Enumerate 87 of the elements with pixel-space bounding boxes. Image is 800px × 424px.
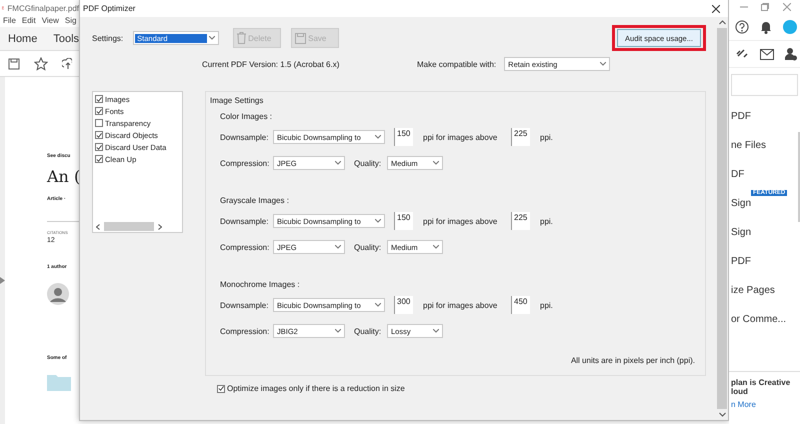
- folder-icon: [47, 373, 71, 391]
- caret-icon: [433, 245, 439, 249]
- tool-item[interactable]: ne Files: [731, 131, 798, 160]
- bell-icon[interactable]: [760, 20, 772, 34]
- save-icon: [295, 32, 306, 44]
- close-icon[interactable]: [712, 4, 720, 12]
- plan-text: loud: [731, 387, 749, 396]
- caret-icon: [375, 219, 381, 223]
- checkbox[interactable]: [95, 107, 103, 115]
- group-title: Image Settings: [210, 96, 264, 105]
- caret-icon: [375, 135, 381, 139]
- checkbox[interactable]: [95, 155, 103, 163]
- caret-icon: [600, 62, 606, 66]
- document-title: FMCGfinalpaper.pdf: [7, 4, 79, 12]
- compatible-label: Make compatible with:: [417, 60, 496, 68]
- avatar-icon: [47, 283, 69, 305]
- caret-icon: [335, 161, 341, 165]
- document-heading: An (: [47, 167, 79, 186]
- downsample-label: Downsample:: [220, 132, 270, 142]
- checkbox[interactable]: [95, 119, 103, 127]
- above-field[interactable]: 225: [511, 128, 530, 146]
- vertical-scrollbar[interactable]: [716, 17, 728, 420]
- save-icon[interactable]: [8, 58, 20, 70]
- scroll-right-icon[interactable]: [158, 224, 162, 230]
- checkbox[interactable]: [95, 95, 103, 103]
- expand-icon[interactable]: [0, 277, 5, 284]
- menu-item[interactable]: Edit: [22, 16, 36, 27]
- section-title: Grayscale Images :: [220, 196, 290, 205]
- menu-item[interactable]: Sig: [64, 16, 76, 27]
- section-title: Color Images :: [220, 112, 274, 121]
- nav-tab[interactable]: Home: [8, 32, 38, 44]
- trash-icon: [237, 32, 246, 44]
- unit-label: ppi.: [540, 300, 553, 310]
- scroll-down-icon[interactable]: [718, 412, 726, 417]
- downsample-label: Downsample:: [220, 216, 270, 226]
- quality-label: Quality:: [354, 242, 382, 252]
- settings-label: Settings:: [92, 34, 124, 42]
- compression-label: Compression:: [220, 158, 270, 168]
- checkbox[interactable]: [95, 143, 103, 151]
- tool-item[interactable]: or Comme...: [731, 305, 798, 334]
- user-icon[interactable]: [784, 47, 796, 61]
- above-label: ppi for images above: [423, 216, 498, 226]
- tool-item[interactable]: PDF: [731, 247, 798, 276]
- above-field[interactable]: 225: [511, 212, 530, 230]
- above-field[interactable]: 450: [511, 296, 530, 314]
- star-icon[interactable]: [34, 56, 48, 70]
- menu-item[interactable]: File: [3, 16, 16, 27]
- downsample-label: Downsample:: [220, 300, 270, 310]
- compression-label: Compression:: [220, 242, 270, 252]
- compression-label: Compression:: [220, 326, 270, 336]
- above-label: ppi for images above: [423, 300, 498, 310]
- ppi-field[interactable]: 150: [394, 128, 413, 146]
- ppi-field[interactable]: 150: [394, 212, 413, 230]
- units-note: All units are in pixels per inch (ppi).: [570, 356, 695, 365]
- cloud-upload-icon[interactable]: [62, 58, 72, 70]
- tool-item[interactable]: PDF: [731, 102, 798, 131]
- caret-icon: [433, 329, 439, 333]
- checkbox[interactable]: [95, 131, 103, 139]
- caret-icon: [375, 303, 381, 307]
- learn-more-link[interactable]: n More: [731, 400, 800, 409]
- restore-icon[interactable]: [761, 3, 770, 11]
- caret-icon: [335, 245, 341, 249]
- above-label: ppi for images above: [423, 132, 498, 142]
- nav-tab[interactable]: Tools: [53, 32, 79, 44]
- menu-item[interactable]: View: [42, 16, 59, 27]
- caret-icon: [209, 36, 216, 40]
- ppi-field[interactable]: 300: [394, 296, 413, 314]
- mail-icon[interactable]: [760, 48, 774, 60]
- version-text: Current PDF Version: 1.5 (Acrobat 6.x): [202, 60, 340, 68]
- tool-item[interactable]: Sign: [731, 218, 798, 247]
- quality-label: Quality:: [354, 326, 382, 336]
- scroll-up-icon[interactable]: [718, 20, 726, 25]
- tool-item[interactable]: DF: [731, 160, 798, 189]
- caret-icon: [335, 329, 341, 333]
- plan-text: plan is Creative: [731, 378, 792, 387]
- checkbox-label[interactable]: Optimize images only if there is a reduction in size: [227, 384, 405, 393]
- help-icon[interactable]: [734, 20, 748, 34]
- section-title: Monochrome Images :: [220, 280, 301, 289]
- search-field[interactable]: [731, 74, 798, 96]
- scroll-left-icon[interactable]: [96, 224, 100, 230]
- caret-icon: [433, 161, 439, 165]
- unit-label: ppi.: [540, 216, 553, 226]
- tool-item[interactable]: ize Pages: [731, 276, 798, 305]
- unit-label: ppi.: [540, 132, 553, 142]
- quality-label: Quality:: [354, 158, 382, 168]
- dialog-title: PDF Optimizer: [83, 4, 136, 13]
- checkbox[interactable]: [217, 384, 225, 392]
